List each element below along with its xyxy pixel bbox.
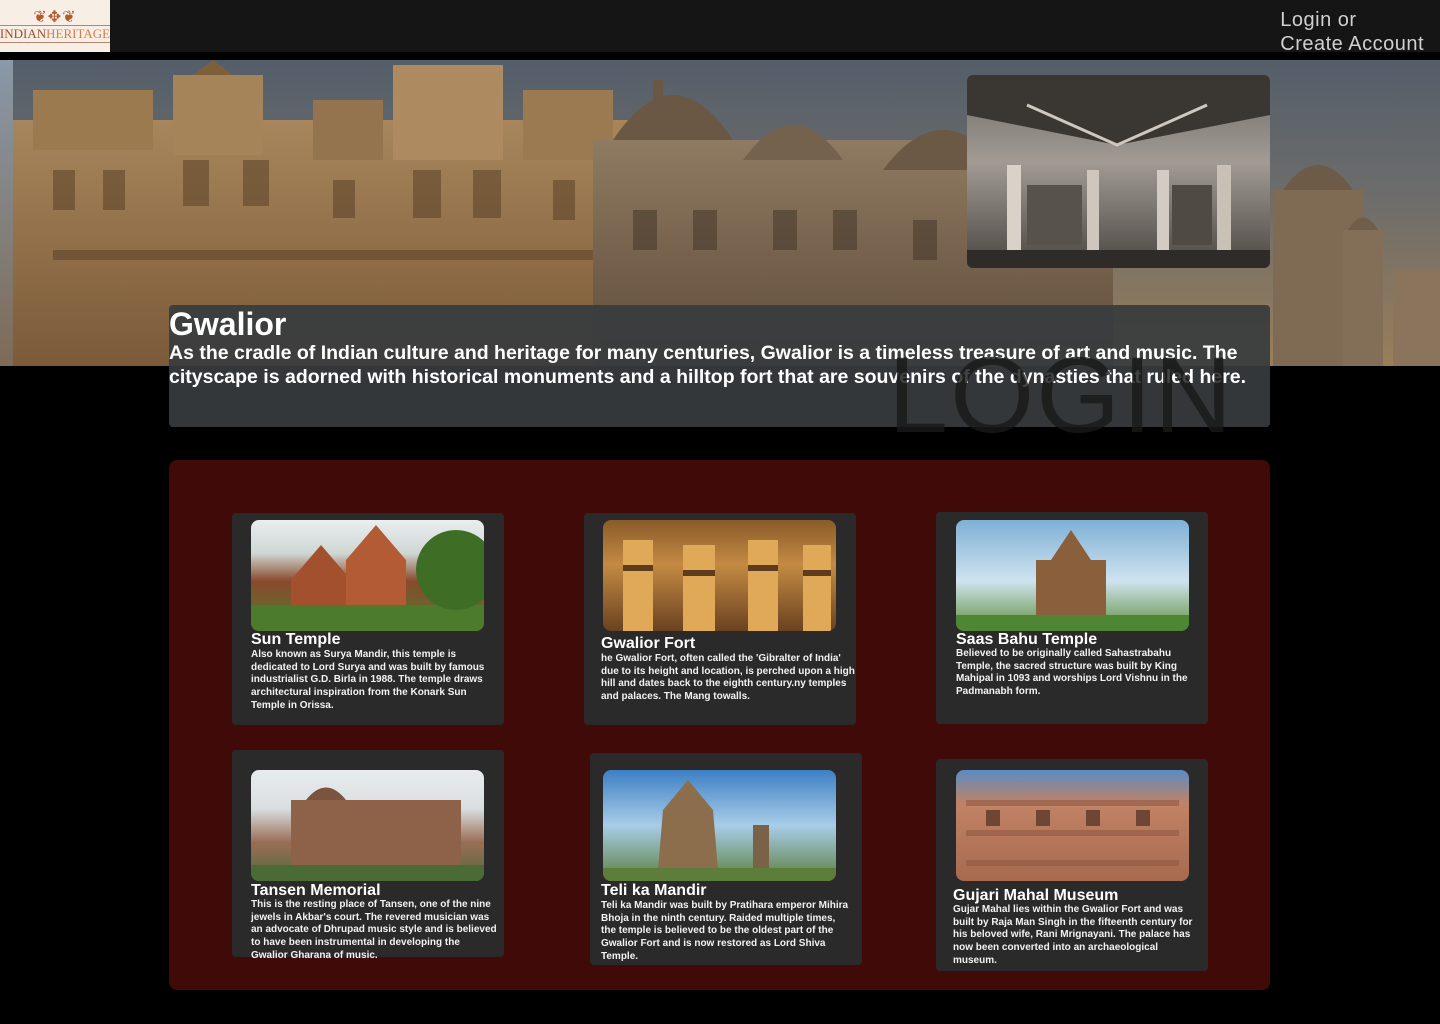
place-title: Gujari Mahal Museum	[953, 887, 1119, 904]
place-card-tansen-memorial[interactable]: Tansen Memorial This is the resting plac…	[232, 750, 504, 961]
teli-ka-mandir-illustration	[603, 780, 836, 881]
place-description: he Gwalior Fort, often called the 'Gibra…	[601, 653, 855, 703]
gwalior-fort-photo	[603, 520, 836, 631]
place-description: Gujar Mahal lies within the Gwalior Fort…	[953, 904, 1193, 966]
place-card-gujari-mahal-museum[interactable]: Gujari Mahal Museum Gujar Mahal lies wit…	[936, 759, 1208, 971]
carved-pillars-illustration	[623, 540, 831, 631]
indian-heritage-logo[interactable]: ❦✥❦ INDIANHERITAGE	[0, 0, 111, 52]
saas-bahu-illustration	[956, 530, 1189, 631]
tansen-memorial-photo	[251, 770, 484, 881]
saas-bahu-temple-photo	[956, 520, 1189, 631]
tansen-memorial-illustration	[251, 787, 484, 881]
place-card-sun-temple[interactable]: Sun Temple Also known as Surya Mandir, t…	[232, 513, 504, 725]
logo-text-accent: HERITAGE	[46, 26, 111, 41]
gujari-mahal-photo	[956, 770, 1189, 881]
place-card-teli-ka-mandir[interactable]: Teli ka Mandir Teli ka Mandir was built …	[590, 753, 862, 965]
place-title: Sun Temple	[251, 631, 341, 648]
login-link[interactable]: Login or	[1280, 8, 1424, 32]
place-title: Tansen Memorial	[251, 882, 381, 899]
place-title: Saas Bahu Temple	[956, 631, 1098, 648]
hero-left-edge	[0, 60, 13, 366]
place-title: Gwalior Fort	[601, 635, 696, 652]
place-title: Teli ka Mandir	[601, 882, 707, 899]
gujari-mahal-illustration	[966, 800, 1179, 866]
place-description: Teli ka Mandir was built by Pratihara em…	[601, 900, 849, 962]
place-description: Also known as Surya Mandir, this temple …	[251, 649, 485, 711]
teli-ka-mandir-photo	[603, 770, 836, 881]
interior-illustration	[967, 75, 1270, 268]
place-card-saas-bahu-temple[interactable]: Saas Bahu Temple Believed to be original…	[936, 512, 1208, 724]
temple-interior-photo	[967, 75, 1270, 268]
place-description: Believed to be originally called Sahastr…	[956, 648, 1188, 698]
places-grid-panel: Sun Temple Also known as Surya Mandir, t…	[169, 460, 1270, 990]
logo-text-main: INDIAN	[0, 26, 47, 41]
ornament-icon: ❦✥❦	[33, 7, 77, 26]
login-overlay-text[interactable]: LOGIN	[888, 330, 1234, 460]
top-navigation-bar: ❦✥❦ INDIANHERITAGE Login or Create Accou…	[0, 0, 1440, 55]
place-card-gwalior-fort[interactable]: Gwalior Fort he Gwalior Fort, often call…	[584, 513, 856, 725]
sun-temple-photo	[251, 520, 484, 631]
place-description: This is the resting place of Tansen, one…	[251, 899, 497, 961]
city-title: Gwalior	[169, 306, 287, 342]
sun-temple-illustration	[251, 525, 484, 631]
create-account-link[interactable]: Create Account	[1280, 32, 1424, 56]
auth-links: Login or Create Account	[1280, 8, 1424, 56]
